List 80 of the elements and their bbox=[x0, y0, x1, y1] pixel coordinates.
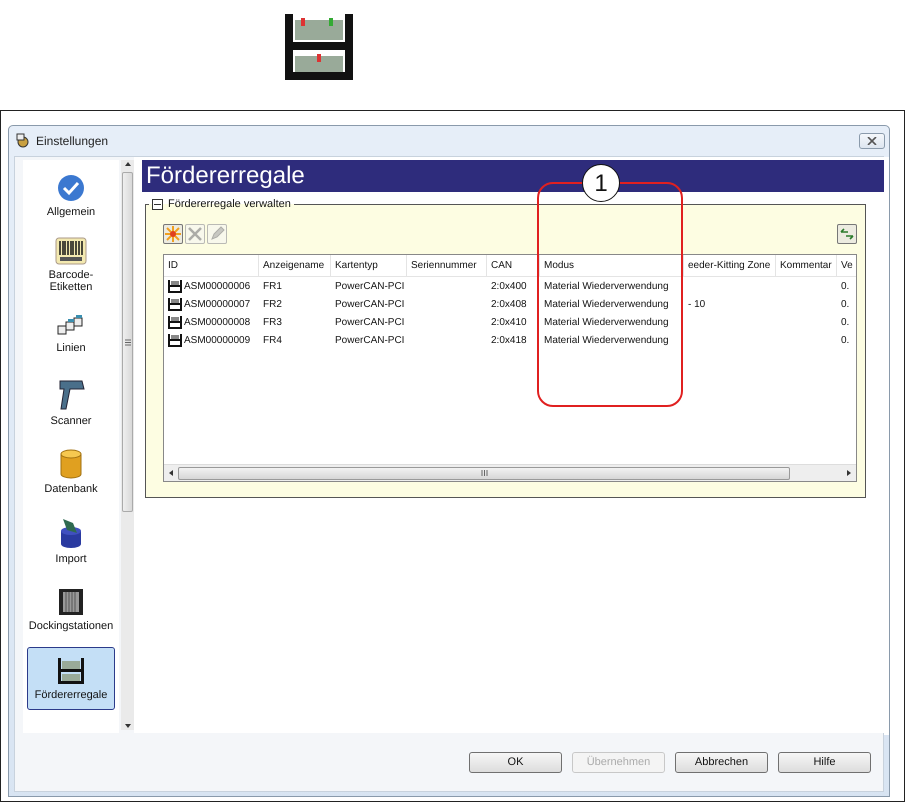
grip-icon bbox=[124, 338, 130, 346]
table-cell: PowerCAN-PCI bbox=[335, 316, 404, 328]
table-cell: 2:0x418 bbox=[491, 334, 527, 346]
rack-icon bbox=[168, 298, 182, 310]
table-cell: Material Wiederverwendung bbox=[544, 334, 669, 346]
database-icon bbox=[59, 448, 83, 478]
column-header[interactable]: CAN bbox=[487, 255, 540, 276]
rack-icon bbox=[168, 280, 182, 292]
sidebar-item[interactable]: Barcode- Etiketten bbox=[27, 233, 115, 296]
table-cell: Material Wiederverwendung bbox=[544, 298, 669, 310]
column-header[interactable]: Kartentyp bbox=[331, 255, 407, 276]
table-cell: 2:0x408 bbox=[491, 298, 527, 310]
horizontal-scrollbar[interactable] bbox=[164, 464, 856, 481]
table-row[interactable]: ASM00000009 FR4 PowerCAN-PCI 2:0x418 Material Wiederverwendung 0. bbox=[164, 331, 856, 349]
sidebar-item[interactable]: Fördererregale bbox=[27, 647, 115, 710]
import-icon bbox=[59, 516, 83, 548]
column-header[interactable]: Seriennummer bbox=[407, 255, 487, 276]
collapse-icon[interactable] bbox=[152, 198, 163, 210]
table-cell: 0. bbox=[841, 316, 850, 328]
sidebar-label: Fördererregale bbox=[34, 688, 108, 700]
table-cell: 0. bbox=[841, 334, 850, 346]
table-cell: FR1 bbox=[263, 280, 282, 292]
sidebar-label: Import bbox=[55, 552, 87, 564]
sidebar-label: Dockingstationen bbox=[28, 620, 114, 632]
refresh-button[interactable] bbox=[837, 224, 857, 244]
table-cell: ASM00000008 bbox=[184, 316, 250, 328]
table-cell: PowerCAN-PCI bbox=[335, 298, 404, 310]
sidebar-item[interactable]: Linien bbox=[27, 302, 115, 365]
table-row[interactable]: ASM00000008 FR3 PowerCAN-PCI 2:0x410 Material Wiederverwendung 0. bbox=[164, 313, 856, 331]
sidebar-item[interactable]: Import bbox=[27, 509, 115, 572]
sidebar-label: Scanner bbox=[50, 414, 92, 426]
table-cell: 2:0x410 bbox=[491, 316, 527, 328]
rack-icon bbox=[57, 656, 85, 684]
table-cell: - 10 bbox=[688, 298, 706, 310]
table-cell: 2:0x400 bbox=[491, 280, 527, 292]
dialog-button[interactable]: Abbrechen bbox=[675, 752, 768, 772]
sidebar-label: Allgemein bbox=[46, 206, 96, 218]
table-cell: FR2 bbox=[263, 298, 282, 310]
table-cell: Material Wiederverwendung bbox=[544, 280, 669, 292]
sidebar-item[interactable]: Scanner bbox=[27, 371, 115, 434]
column-header[interactable]: Ve bbox=[837, 255, 856, 276]
sidebar-label: Barcode- Etiketten bbox=[48, 268, 94, 292]
table-cell: Material Wiederverwendung bbox=[544, 316, 669, 328]
column-header[interactable]: ID bbox=[164, 255, 259, 276]
new-button[interactable] bbox=[163, 224, 183, 244]
window-title: Einstellungen bbox=[36, 134, 110, 148]
sidebar-item[interactable]: Allgemein bbox=[27, 164, 115, 227]
table-cell: 0. bbox=[841, 280, 850, 292]
column-header[interactable]: Anzeigename bbox=[259, 255, 331, 276]
table-cell: ASM00000006 bbox=[184, 280, 250, 292]
column-header[interactable]: Modus bbox=[540, 255, 684, 276]
table-row[interactable]: ASM00000006 FR1 PowerCAN-PCI 2:0x400 Material Wiederverwendung 0. bbox=[164, 277, 856, 295]
table-cell: FR4 bbox=[263, 334, 282, 346]
close-button[interactable] bbox=[859, 133, 885, 149]
rack-icon bbox=[168, 334, 182, 346]
table-row[interactable]: ASM00000007 FR2 PowerCAN-PCI 2:0x408 Material Wiederverwendung - 10 0. bbox=[164, 295, 856, 313]
table-cell: ASM00000007 bbox=[184, 298, 250, 310]
group-title: Fördererregale verwalten bbox=[168, 198, 291, 210]
docking-station-icon bbox=[58, 588, 84, 616]
sidebar-item[interactable]: Datenbank bbox=[27, 440, 115, 503]
barcode-icon bbox=[55, 236, 87, 264]
dialog-button[interactable]: Hilfe bbox=[778, 752, 871, 772]
grip-icon bbox=[480, 470, 488, 476]
check-icon bbox=[57, 174, 85, 202]
sidebar-label: Linien bbox=[56, 342, 86, 354]
column-header[interactable]: eeder-Kitting Zone bbox=[684, 255, 776, 276]
sidebar-item[interactable]: Dockingstationen bbox=[27, 578, 115, 641]
table-cell: PowerCAN-PCI bbox=[335, 280, 404, 292]
close-icon bbox=[867, 137, 877, 145]
rack-icon bbox=[283, 12, 355, 82]
table-cell: 0. bbox=[841, 298, 850, 310]
dialog-button[interactable]: OK bbox=[469, 752, 562, 772]
table-cell: PowerCAN-PCI bbox=[335, 334, 404, 346]
rack-icon bbox=[168, 316, 182, 328]
column-header[interactable]: Kommentar bbox=[776, 255, 837, 276]
vertical-scrollbar[interactable] bbox=[121, 160, 134, 730]
table-cell: FR3 bbox=[263, 316, 282, 328]
settings-icon bbox=[15, 133, 31, 149]
table-cell: ASM00000009 bbox=[184, 334, 250, 346]
sidebar-label: Datenbank bbox=[44, 482, 98, 494]
